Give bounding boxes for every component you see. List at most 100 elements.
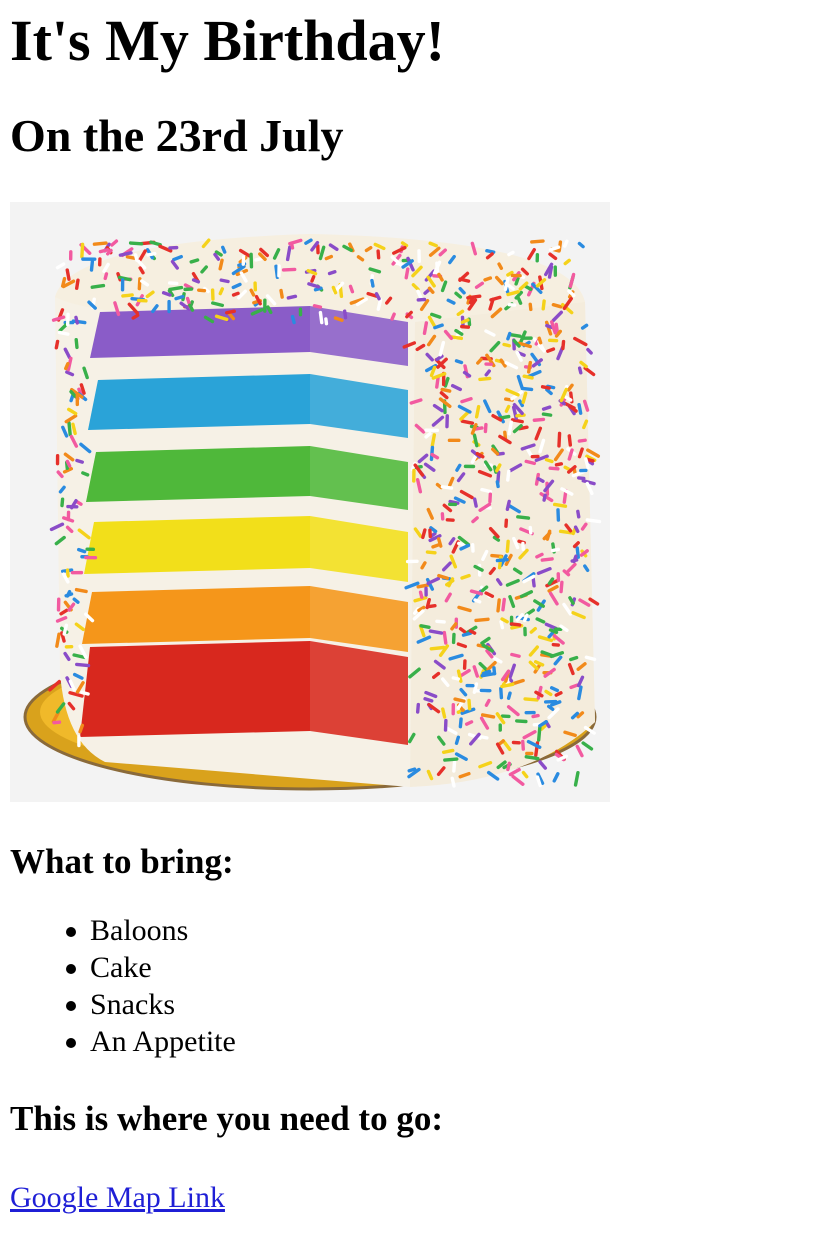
sprinkle xyxy=(463,464,476,469)
sprinkle xyxy=(405,559,419,564)
page-title: It's My Birthday! xyxy=(10,8,445,73)
sprinkle xyxy=(440,512,445,521)
sprinkle xyxy=(462,659,467,670)
rainbow-cake-illustration xyxy=(23,234,602,791)
sprinkle xyxy=(465,683,475,688)
sprinkle xyxy=(263,298,267,313)
date-heading: On the 23rd July xyxy=(10,110,344,161)
cake-layer-front xyxy=(88,374,310,430)
cake-image xyxy=(10,202,610,802)
cake-layer-front xyxy=(90,306,310,358)
sprinkle xyxy=(298,307,303,317)
sprinkle xyxy=(81,257,97,261)
sprinkle xyxy=(538,760,548,770)
sprinkle xyxy=(417,249,421,264)
sprinkle xyxy=(548,252,558,261)
sprinkle xyxy=(136,298,148,303)
sprinkle xyxy=(511,774,525,786)
sprinkle xyxy=(92,241,108,246)
sprinkle xyxy=(484,362,493,366)
cake-layer-front xyxy=(82,586,310,644)
sprinkle xyxy=(448,502,458,507)
sprinkle xyxy=(64,645,74,649)
cake-layer-inner xyxy=(310,641,408,745)
sprinkle xyxy=(521,541,525,551)
sprinkle xyxy=(524,710,536,715)
sprinkle xyxy=(525,751,534,756)
sprinkle xyxy=(573,770,580,787)
sprinkle xyxy=(577,241,585,249)
sprinkle xyxy=(55,262,66,270)
sprinkle xyxy=(167,281,179,286)
sprinkle xyxy=(523,626,527,637)
sprinkle xyxy=(75,393,80,407)
sprinkle xyxy=(84,555,98,560)
sprinkle xyxy=(70,570,84,575)
sprinkle xyxy=(85,547,96,551)
sprinkle xyxy=(56,597,61,612)
sprinkle xyxy=(416,297,427,302)
sprinkle xyxy=(443,718,448,732)
sprinkle xyxy=(120,278,125,292)
sprinkle xyxy=(451,632,456,645)
sprinkle xyxy=(579,468,588,473)
sprinkle xyxy=(249,252,254,269)
sprinkle xyxy=(210,288,215,301)
sprinkle xyxy=(547,338,559,343)
sprinkle xyxy=(428,528,432,539)
sprinkle xyxy=(543,699,558,704)
list-item: Snacks xyxy=(66,986,818,1023)
sprinkle xyxy=(586,347,593,355)
sprinkle xyxy=(498,723,502,732)
sprinkle xyxy=(98,257,102,267)
sprinkle xyxy=(65,312,70,327)
sprinkle xyxy=(500,714,511,719)
location-heading: This is where you need to go: xyxy=(10,1099,443,1138)
sprinkle xyxy=(470,543,475,553)
sprinkle xyxy=(110,239,119,247)
cake-layer-front xyxy=(86,446,310,502)
sprinkle xyxy=(530,239,545,244)
page: It's My Birthday! On the 23rd July What … xyxy=(0,0,828,1216)
sprinkle xyxy=(277,264,281,278)
sprinkle xyxy=(281,267,297,272)
sprinkle xyxy=(530,454,540,459)
sprinkle xyxy=(424,586,428,597)
sprinkle xyxy=(552,772,560,783)
sprinkle xyxy=(167,299,171,314)
bring-heading: What to bring: xyxy=(10,842,234,881)
sprinkle xyxy=(253,281,258,292)
sprinkle xyxy=(77,735,81,748)
bring-list: Baloons Cake Snacks An Appetite xyxy=(10,912,818,1060)
sprinkle xyxy=(241,255,246,266)
sprinkle xyxy=(535,253,540,263)
sprinkle xyxy=(556,572,561,583)
sprinkle xyxy=(556,508,561,522)
sprinkle xyxy=(510,273,522,278)
sprinkle xyxy=(445,414,449,429)
cake-layer-front xyxy=(84,516,310,574)
google-map-link[interactable]: Google Map Link xyxy=(10,1180,225,1216)
sprinkle xyxy=(55,453,60,466)
sprinkle xyxy=(507,303,517,307)
sprinkle xyxy=(183,287,194,292)
sprinkle xyxy=(447,438,461,443)
sprinkle xyxy=(553,265,558,277)
sprinkle xyxy=(562,239,569,248)
list-item: Cake xyxy=(66,949,818,986)
sprinkle xyxy=(575,744,584,758)
sprinkle xyxy=(412,468,416,483)
sprinkle xyxy=(581,741,594,751)
sprinkle xyxy=(527,248,536,261)
sprinkle xyxy=(168,245,179,250)
sprinkle xyxy=(451,702,456,716)
sprinkle xyxy=(488,492,493,504)
sprinkle xyxy=(521,770,529,779)
sprinkle xyxy=(137,277,142,291)
list-item: An Appetite xyxy=(66,1023,818,1060)
sprinkle xyxy=(504,518,509,528)
sprinkle xyxy=(68,250,73,261)
list-item: Baloons xyxy=(66,912,818,949)
sprinkle xyxy=(563,258,571,266)
sprinkle xyxy=(511,740,521,745)
